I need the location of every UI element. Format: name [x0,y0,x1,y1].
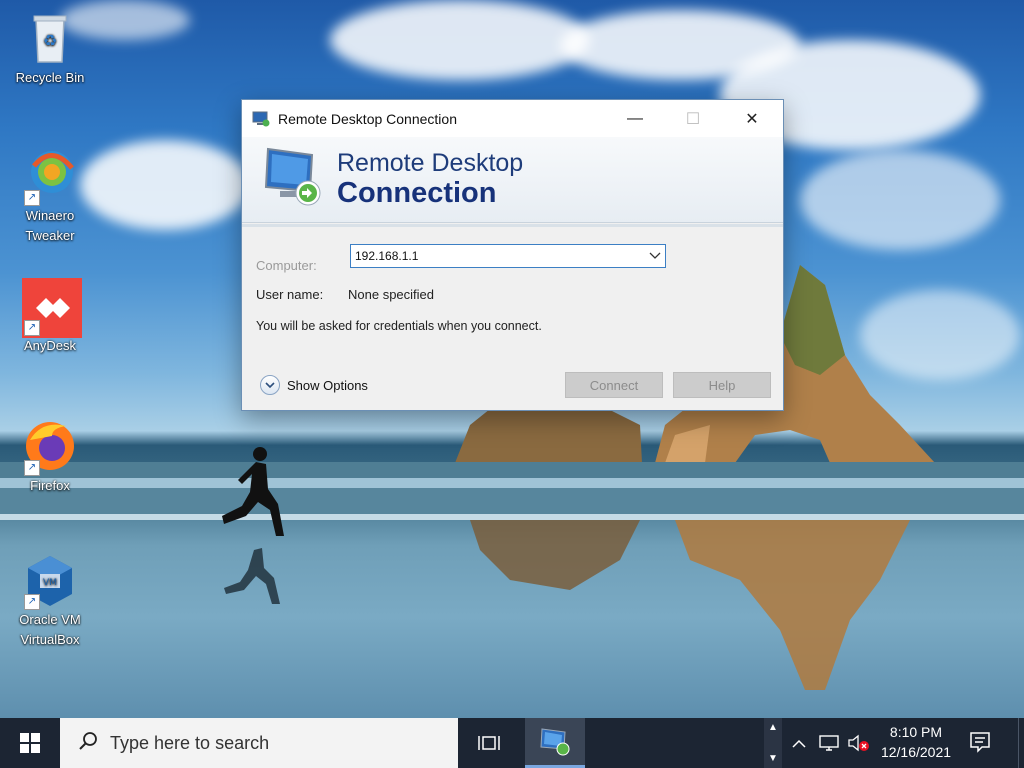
windows-logo-icon [20,733,40,753]
clock-date: 12/16/2021 [880,744,952,760]
shortcut-arrow-icon: ↗ [24,460,40,476]
svg-text:VM: VM [43,578,57,588]
computer-combobox[interactable]: 192.168.1.1 [350,244,666,268]
expand-chevron-icon [260,375,280,395]
desktop-icon-winaero-tweaker[interactable]: ↗ Winaero Tweaker [10,148,90,246]
show-options-label: Show Options [287,377,368,393]
computer-input[interactable]: 192.168.1.1 [351,249,645,263]
remote-desktop-icon [540,727,570,755]
volume-muted-icon [848,734,869,752]
clock-time: 8:10 PM [889,724,943,740]
help-button[interactable]: Help [673,372,771,398]
chevron-up-icon [792,739,806,748]
desktop-icon-virtualbox[interactable]: VM ↗ Oracle VM VirtualBox [10,552,90,650]
taskbar-search-box[interactable]: Type here to search [60,718,458,768]
dialog-title: Remote Desktop Connection [278,110,457,127]
notification-center-button[interactable] [968,730,996,756]
cloud [330,0,590,80]
taskbar-clock[interactable]: 8:10 PM 12/16/2021 [874,722,958,762]
show-options-toggle[interactable]: Show Options [260,375,368,395]
taskbar-app-remote-desktop[interactable] [525,718,585,768]
chevron-up-icon[interactable]: ▲ [768,722,778,733]
firefox-icon: ↗ [22,418,78,476]
virtualbox-icon: VM ↗ [22,552,78,610]
sea-band [0,462,1024,478]
maximize-icon: ☐ [685,110,701,128]
cloud [800,150,1000,250]
winaero-tweaker-icon: ↗ [22,148,78,206]
minimize-button[interactable]: — [612,100,658,137]
banner-title-line1: Remote Desktop [337,149,524,177]
desktop-icon-firefox[interactable]: ↗ Firefox [10,418,90,496]
remote-desktop-icon [252,111,270,127]
dialog-banner: Remote Desktop Connection [242,137,783,227]
remote-desktop-monitor-icon [262,145,324,209]
network-button[interactable] [816,733,842,753]
notification-icon [970,732,990,753]
cloud [80,140,250,230]
credentials-note: You will be asked for credentials when y… [256,319,542,333]
search-placeholder: Type here to search [110,732,270,753]
username-label: User name: [256,287,324,302]
banner-title-line2: Connection [337,177,497,209]
runner-silhouette [222,447,284,604]
recycle-bin-icon: ♻ [22,10,78,66]
sea-band [0,478,1024,488]
desktop-icon-label: Oracle VM VirtualBox [19,612,81,647]
chevron-down-icon[interactable]: ▼ [768,753,778,764]
show-desktop-button[interactable] [1018,718,1024,768]
sea-band [0,488,1024,514]
banner-divider [242,224,783,227]
shortcut-arrow-icon: ↗ [24,190,40,206]
task-view-icon [478,736,500,750]
taskbar-scroll[interactable]: ▲ ▼ [764,718,782,768]
desktop-icon-label: Recycle Bin [15,70,85,85]
network-icon [819,735,839,751]
desktop-icon-anydesk[interactable]: ↗ AnyDesk [10,278,90,356]
desktop-icon-recycle-bin[interactable]: ♻ Recycle Bin [10,10,90,88]
shortcut-arrow-icon: ↗ [24,594,40,610]
tray-overflow-button[interactable] [788,733,810,753]
desktop-icon-label: Firefox [30,478,70,493]
computer-label: Computer: [256,258,317,273]
task-view-button[interactable] [464,718,514,768]
desktop-icon-label: AnyDesk [23,338,77,353]
close-icon: ✕ [745,110,759,128]
svg-text:♻: ♻ [43,31,57,50]
taskbar: Type here to search ▲ ▼ 8:10 PM 12/16/20… [0,718,1024,768]
shortcut-arrow-icon: ↗ [24,320,40,336]
volume-button[interactable] [846,733,872,753]
rock-reflection [470,520,910,690]
close-button[interactable]: ✕ [729,100,775,137]
anydesk-icon: ↗ [22,278,82,338]
maximize-button[interactable]: ☐ [670,100,716,137]
remote-desktop-dialog: Remote Desktop Connection — ☐ ✕ Remote D… [241,99,784,411]
connect-button[interactable]: Connect [565,372,663,398]
start-button[interactable] [0,718,60,768]
username-value: None specified [348,287,434,302]
desktop-icon-label: Winaero Tweaker [25,208,75,243]
chevron-down-icon[interactable] [645,245,665,267]
search-icon [78,731,98,756]
minimize-icon: — [627,109,643,127]
dialog-titlebar[interactable]: Remote Desktop Connection — ☐ ✕ [242,100,783,137]
